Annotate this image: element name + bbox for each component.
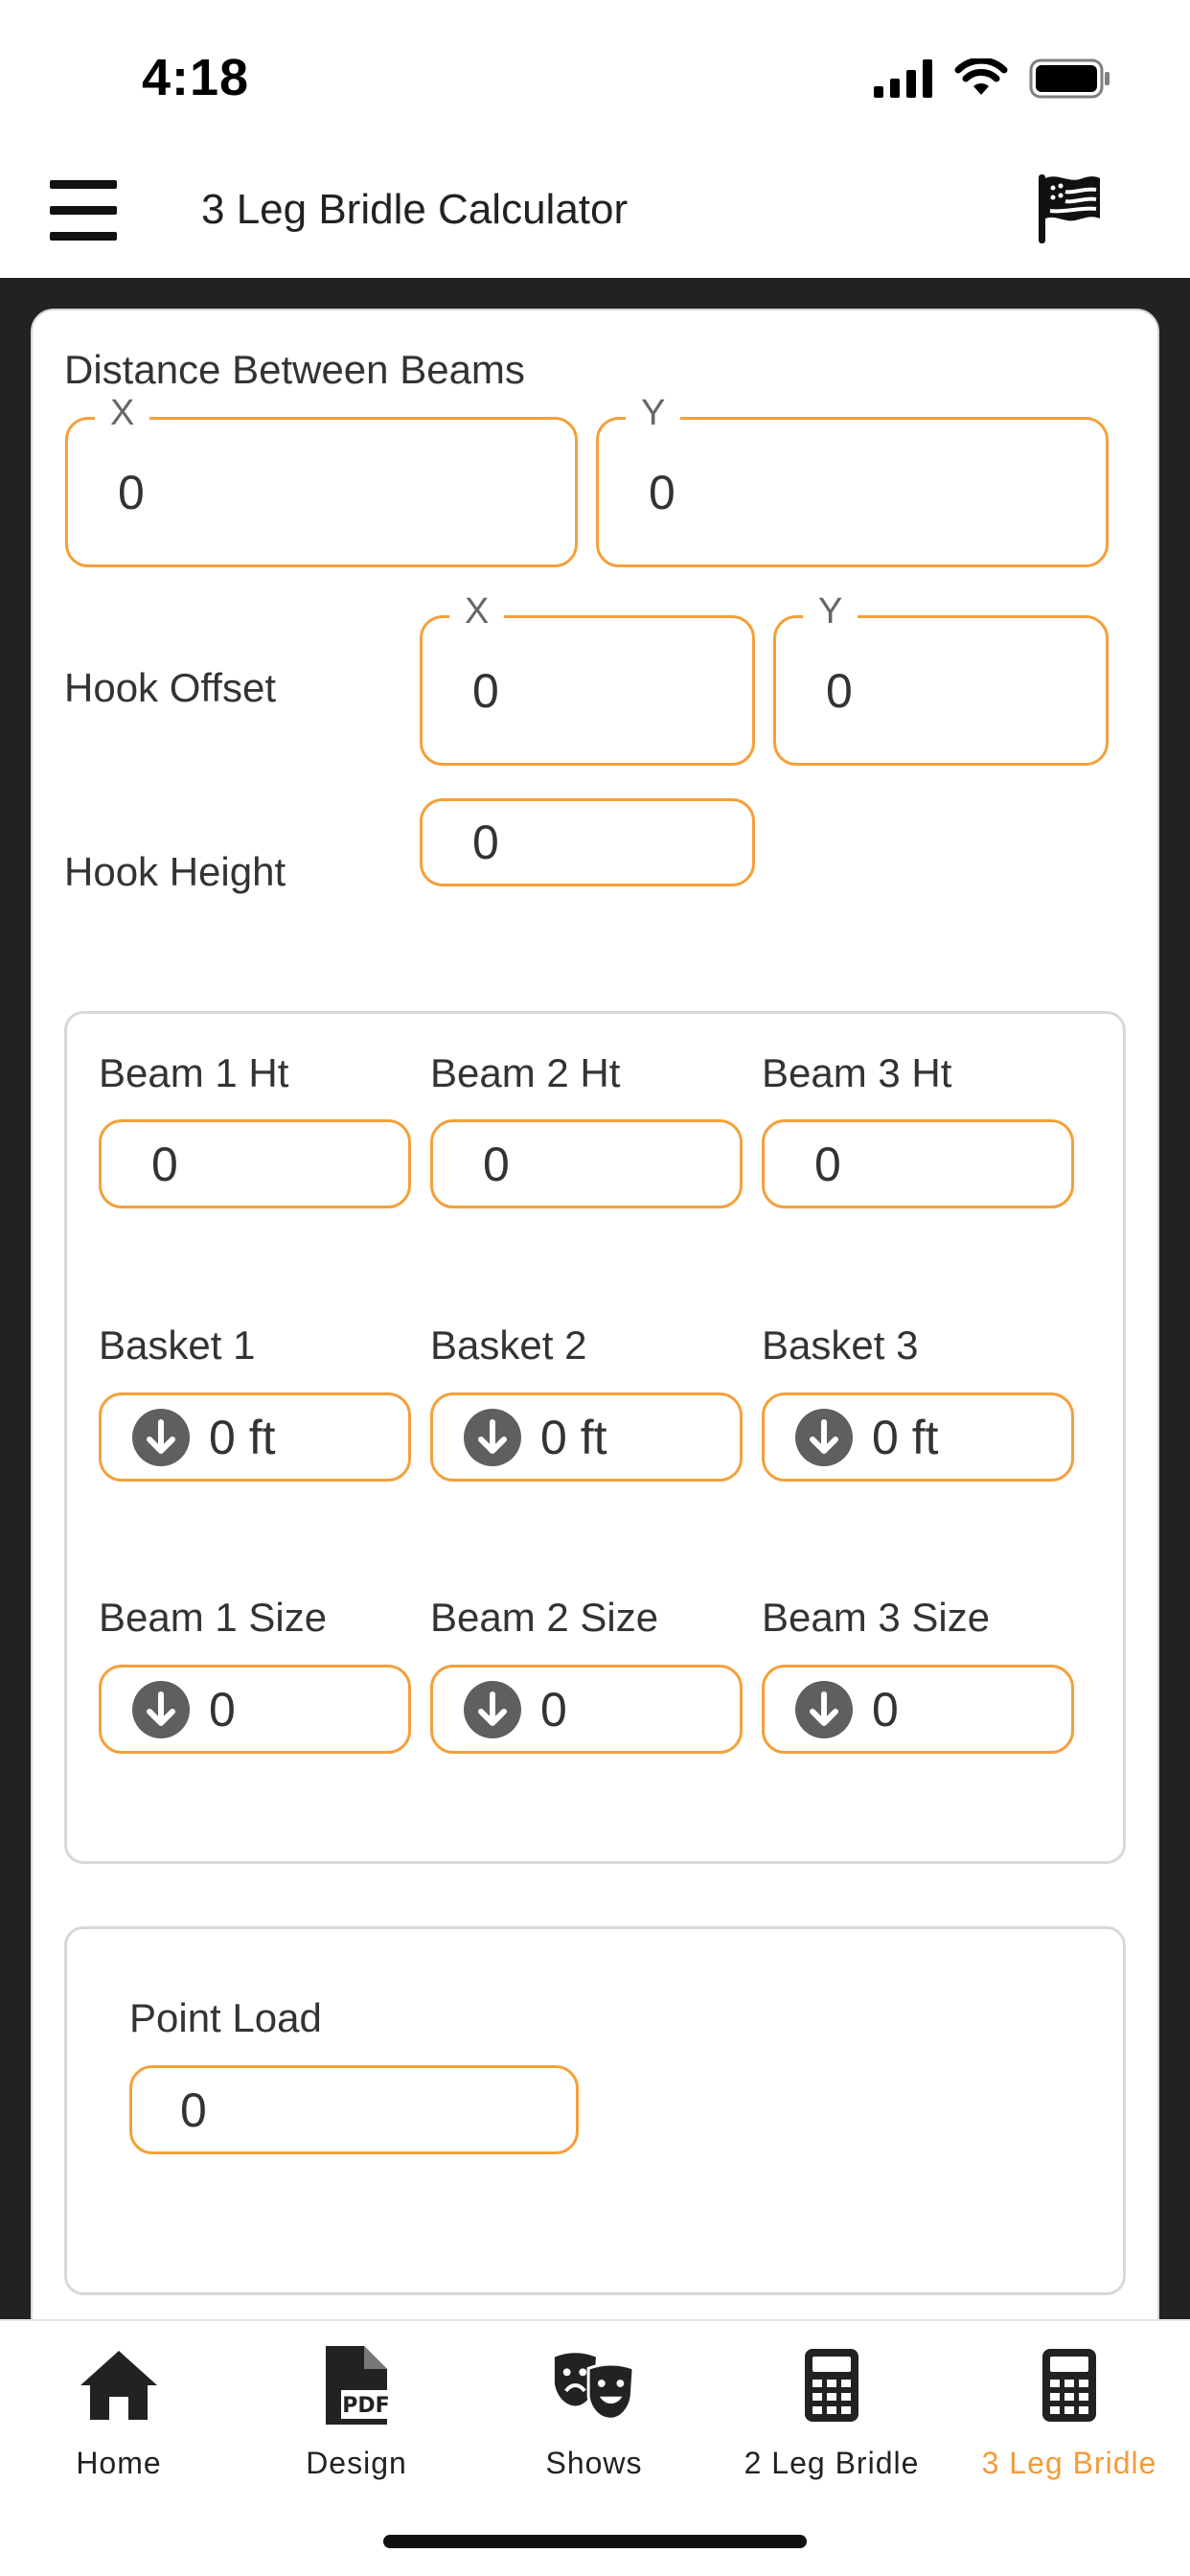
nav-home-label: Home: [76, 2446, 162, 2480]
calculator-icon: [1026, 2342, 1112, 2428]
arrow-down-circle-icon: [795, 1680, 853, 1738]
status-icons: [874, 56, 1111, 102]
beam-1-size-select[interactable]: 0: [99, 1665, 411, 1754]
arrow-down-circle-icon: [795, 1408, 853, 1466]
basket-1-select[interactable]: 0 ft: [99, 1392, 411, 1482]
nav-2-leg-bridle[interactable]: 2 Leg Bridle: [713, 2342, 950, 2505]
home-icon: [76, 2342, 162, 2428]
basket-2-label: Basket 2: [430, 1322, 587, 1368]
point-load-value: 0: [180, 2082, 207, 2137]
distance-y-input[interactable]: Y 0: [596, 393, 1109, 567]
basket-3-select[interactable]: 0 ft: [762, 1392, 1074, 1482]
basket-2-select[interactable]: 0 ft: [430, 1392, 743, 1482]
app-header: 3 Leg Bridle Calculator: [0, 153, 1190, 278]
nav-design[interactable]: PDF Design: [238, 2342, 475, 2505]
hamburger-menu-icon[interactable]: [50, 180, 117, 242]
distance-x-input[interactable]: X 0: [65, 393, 578, 567]
pdf-file-icon: PDF: [313, 2342, 400, 2428]
point-load-input[interactable]: 0: [129, 2065, 579, 2154]
status-bar: 4:18: [0, 0, 1190, 153]
hook-offset-x-legend: X: [449, 591, 505, 632]
hook-offset-x-input[interactable]: X 0: [420, 591, 755, 766]
beam-3-ht-input[interactable]: 0: [762, 1119, 1074, 1208]
distance-x-value: 0: [118, 465, 145, 519]
point-load-label: Point Load: [129, 1995, 322, 2040]
arrow-down-circle-icon: [132, 1408, 190, 1466]
arrow-down-circle-icon: [132, 1680, 190, 1738]
beam-3-size-value: 0: [872, 1682, 899, 1736]
hook-offset-y-input[interactable]: Y 0: [773, 591, 1109, 766]
nav-shows-label: Shows: [545, 2446, 643, 2480]
hook-offset-y-legend: Y: [803, 591, 858, 632]
arrow-down-circle-icon: [464, 1408, 521, 1466]
hook-offset-y-value: 0: [826, 663, 853, 718]
arrow-down-circle-icon: [464, 1680, 521, 1738]
nav-3-leg-bridle-label: 3 Leg Bridle: [981, 2446, 1157, 2480]
page-title: 3 Leg Bridle Calculator: [201, 186, 629, 233]
nav-home[interactable]: Home: [0, 2342, 238, 2505]
distance-y-legend: Y: [626, 393, 681, 434]
us-flag-icon[interactable]: [1037, 172, 1102, 245]
nav-design-label: Design: [306, 2446, 407, 2480]
calculator-icon: [789, 2342, 875, 2428]
basket-1-label: Basket 1: [99, 1322, 256, 1368]
beam-2-ht-input[interactable]: 0: [430, 1119, 743, 1208]
beam-1-ht-input[interactable]: 0: [99, 1119, 411, 1208]
hook-height-label: Hook Height: [64, 849, 286, 894]
cellular-signal-icon: [874, 59, 932, 98]
svg-text:PDF: PDF: [342, 2394, 389, 2418]
beam-2-size-select[interactable]: 0: [430, 1665, 743, 1754]
home-indicator[interactable]: [383, 2535, 807, 2548]
hook-offset-x-value: 0: [472, 663, 499, 718]
beam-3-ht-label: Beam 3 Ht: [762, 1050, 952, 1095]
beam-3-size-select[interactable]: 0: [762, 1665, 1074, 1754]
beam-2-size-label: Beam 2 Size: [430, 1595, 659, 1640]
basket-1-value: 0 ft: [209, 1410, 276, 1464]
status-time: 4:18: [142, 49, 250, 106]
nav-shows[interactable]: Shows: [475, 2342, 713, 2505]
wifi-icon: [954, 58, 1008, 95]
hook-height-value: 0: [472, 816, 499, 869]
beam-2-ht-value: 0: [483, 1137, 510, 1191]
nav-3-leg-bridle[interactable]: 3 Leg Bridle: [950, 2342, 1188, 2505]
hook-offset-label: Hook Offset: [64, 665, 276, 710]
distance-between-beams-label: Distance Between Beams: [64, 347, 525, 392]
nav-2-leg-bridle-label: 2 Leg Bridle: [744, 2446, 920, 2480]
hook-height-input[interactable]: 0: [420, 798, 755, 886]
beam-2-size-value: 0: [540, 1682, 567, 1736]
theater-masks-icon: [551, 2342, 637, 2428]
beam-1-ht-label: Beam 1 Ht: [99, 1050, 289, 1095]
distance-x-legend: X: [95, 393, 150, 434]
basket-2-value: 0 ft: [540, 1410, 607, 1464]
beam-3-ht-value: 0: [814, 1137, 841, 1191]
battery-icon: [1029, 58, 1110, 99]
distance-y-value: 0: [649, 465, 675, 519]
beam-2-ht-label: Beam 2 Ht: [430, 1050, 621, 1095]
basket-3-value: 0 ft: [872, 1410, 939, 1464]
beam-1-size-label: Beam 1 Size: [99, 1595, 328, 1640]
beam-1-ht-value: 0: [151, 1137, 178, 1191]
beam-1-size-value: 0: [209, 1682, 236, 1736]
beam-3-size-label: Beam 3 Size: [762, 1595, 991, 1640]
basket-3-label: Basket 3: [762, 1322, 919, 1368]
